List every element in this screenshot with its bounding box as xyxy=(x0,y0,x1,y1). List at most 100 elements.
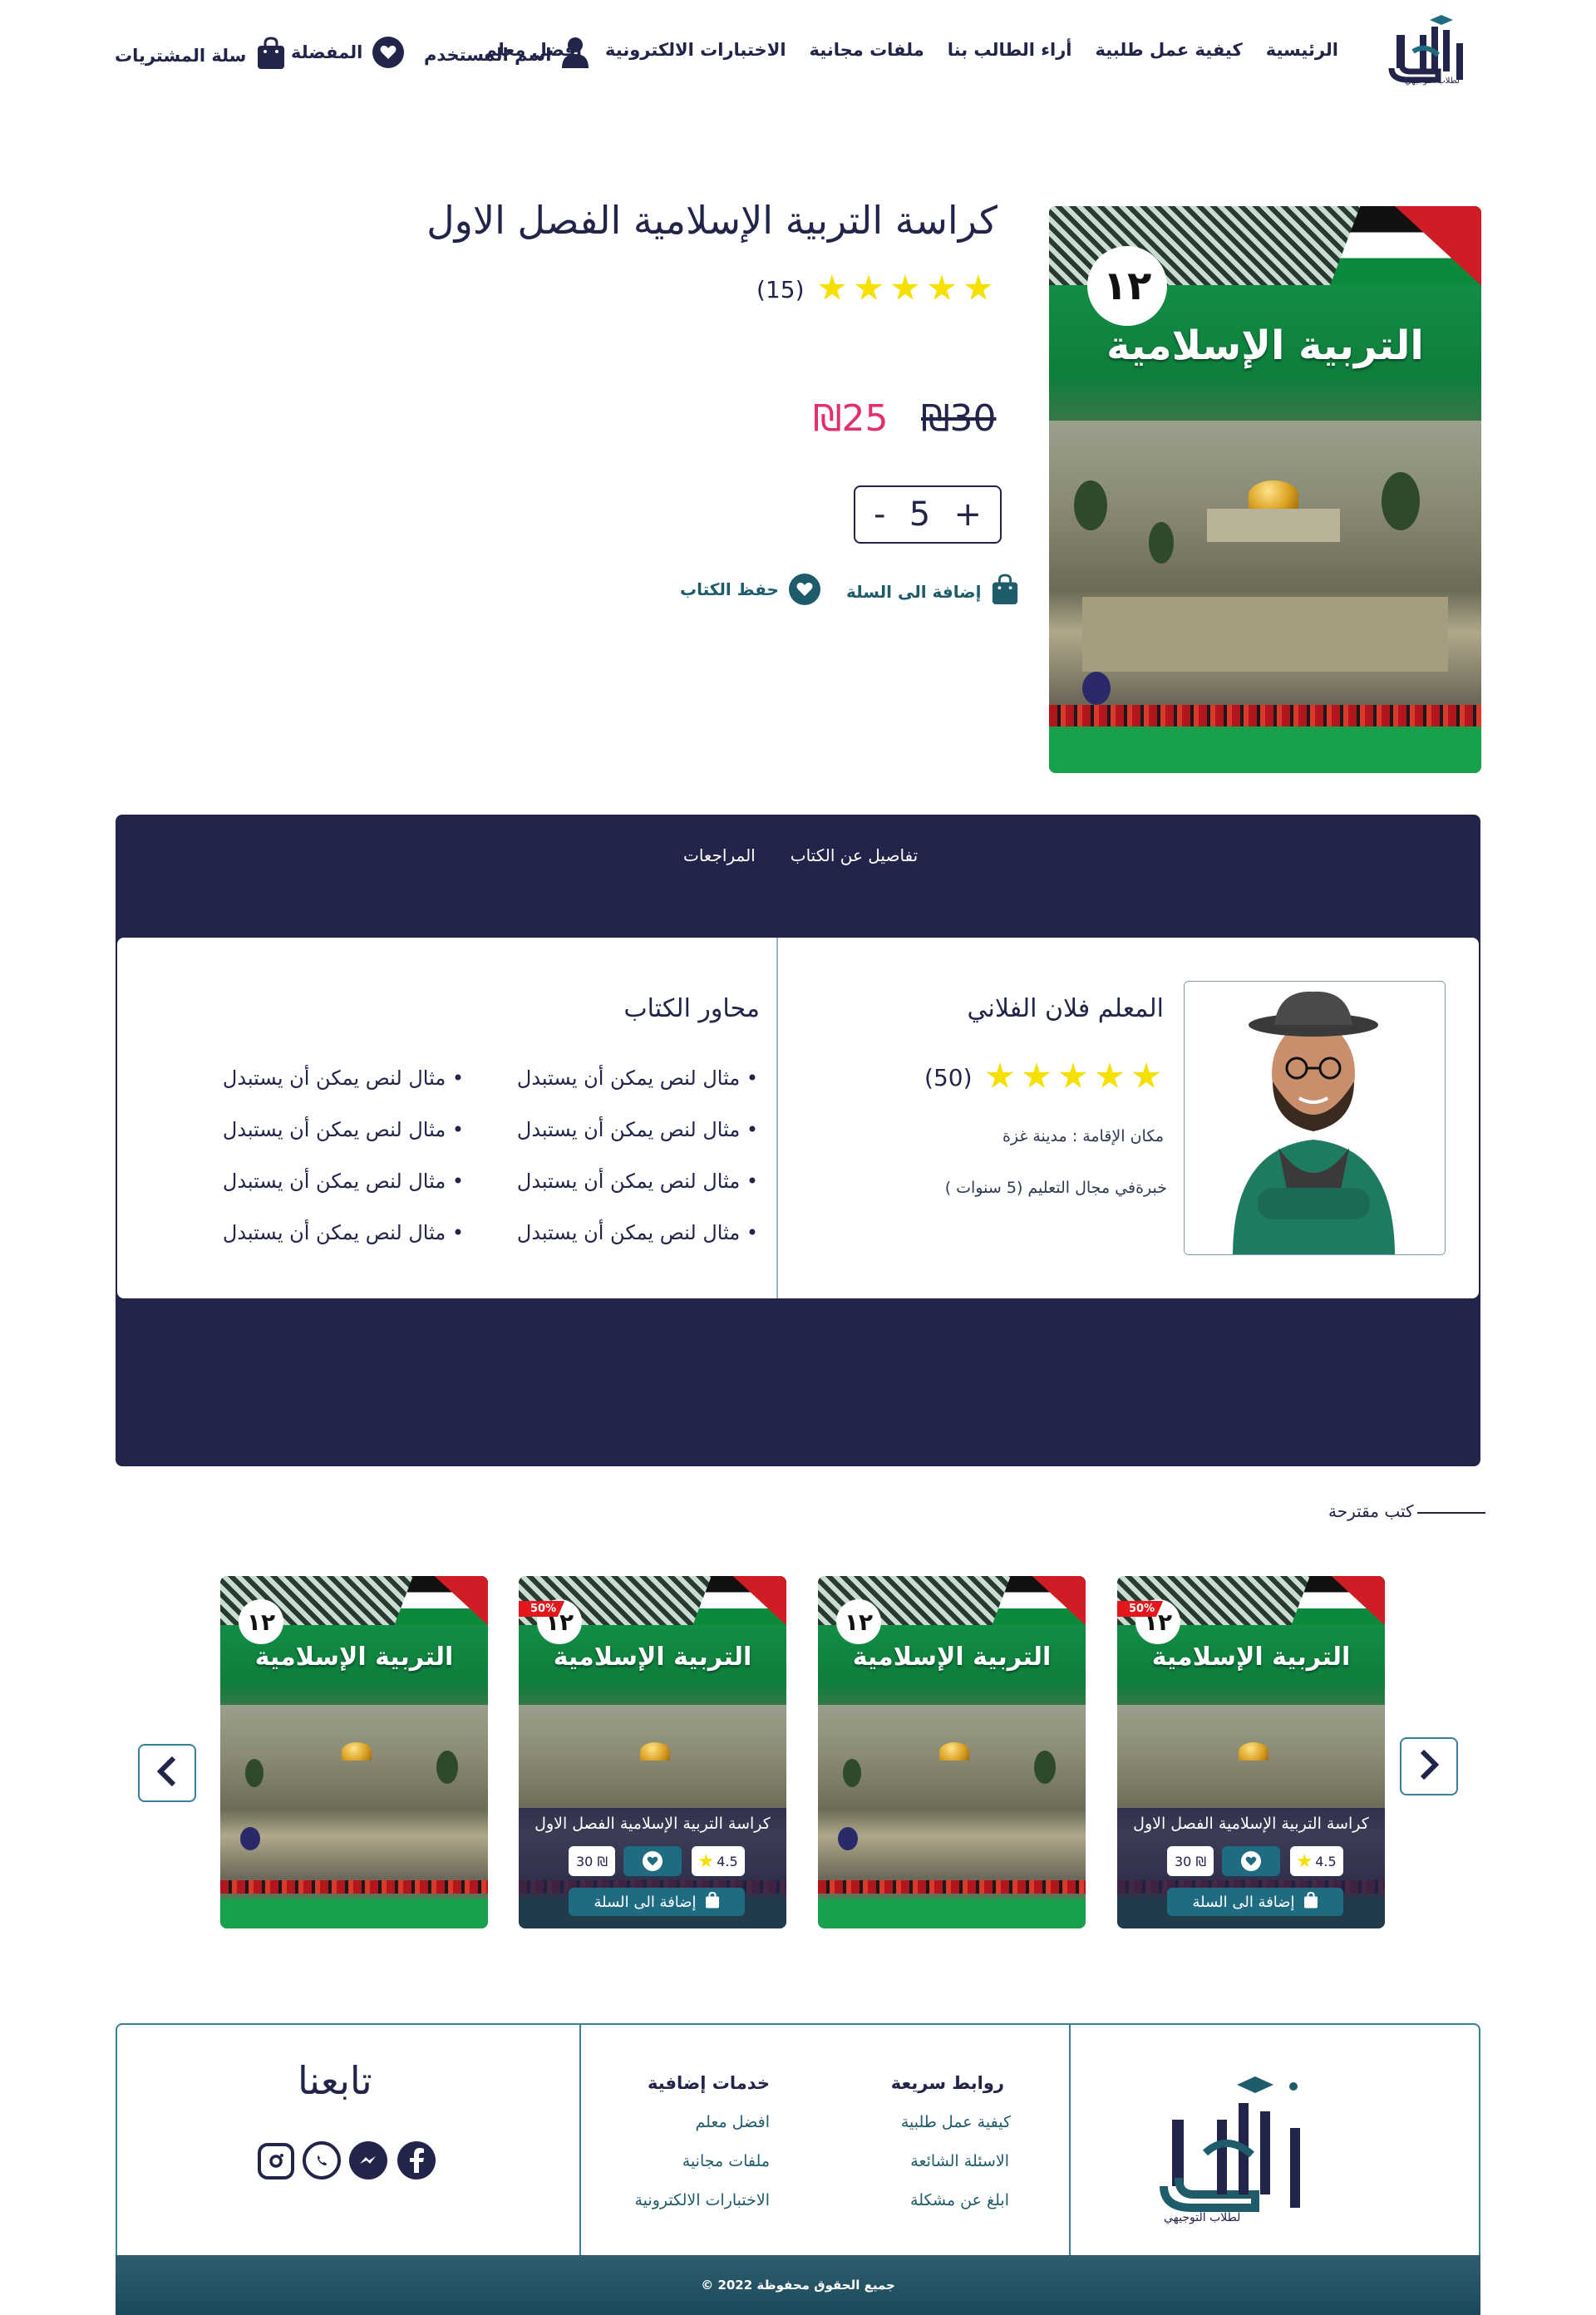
list-item: • مثال لنص يمكن أن يستبدل xyxy=(222,1118,464,1141)
teacher-residence: مكان الإقامة : مدينة غزة xyxy=(1002,1127,1164,1145)
star-icon xyxy=(1297,1854,1312,1868)
book-card-overlay: كراسة التربية الإسلامية الفصل الاول 4.5 … xyxy=(519,1808,786,1928)
footer-link-report-problem[interactable]: ابلغ عن مشكلة xyxy=(910,2191,1009,2209)
list-item: • مثال لنص يمكن أن يستبدل xyxy=(516,1118,758,1141)
copyright-bar: جميع الحقوق محفوظة 2022 © xyxy=(116,2255,1480,2315)
book-card-title: كراسة التربية الإسلامية الفصل الاول xyxy=(1133,1815,1369,1833)
footer-link-online-tests[interactable]: الاختبارات الالكترونية xyxy=(635,2191,771,2209)
teacher-rating-count: (50) xyxy=(924,1064,973,1091)
book-card-price: 30 ₪ xyxy=(569,1846,615,1876)
heart-icon xyxy=(788,574,820,605)
tab-book-details[interactable]: تفاصيل عن الكتاب xyxy=(791,845,918,865)
instagram-icon[interactable] xyxy=(258,2143,294,2180)
copyright-text: جميع الحقوق محفوظة 2022 © xyxy=(701,2278,895,2293)
footer-link-faq[interactable]: الاسئلة الشائعة xyxy=(910,2152,1009,2170)
book-card-title: كراسة التربية الإسلامية الفصل الاول xyxy=(534,1815,771,1833)
user-name-label: اسم المستخدم xyxy=(424,44,552,65)
star-icon xyxy=(986,1062,1014,1088)
cover-grade-number: ١٢ xyxy=(239,1599,283,1644)
old-price: ₪30 xyxy=(921,397,997,440)
footer-link-free-files[interactable]: ملفات مجانية xyxy=(682,2152,770,2170)
nav-online-tests[interactable]: الاختبارات الالكترونية xyxy=(605,40,786,60)
cart-label: سلة المشتريات xyxy=(115,45,247,66)
nav-student-reviews[interactable]: أراء الطالب بنا xyxy=(948,40,1072,60)
rating-value: 4.5 xyxy=(1315,1853,1337,1869)
book-card-add-to-cart-button[interactable]: إضافة الى السلة xyxy=(569,1888,745,1916)
teacher-name: المعلم فلان الفلاني xyxy=(967,994,1164,1023)
topics-list-right: • مثال لنص يمكن أن يستبدل • مثال لنص يمك… xyxy=(517,1052,758,1258)
footer-link-best-teacher[interactable]: افضل معلم xyxy=(695,2113,770,2131)
list-item: • مثال لنص يمكن أن يستبدل xyxy=(516,1170,758,1193)
cover-grade-number: ١٢ xyxy=(1087,246,1167,326)
topics-list-left: • مثال لنص يمكن أن يستبدل • مثال لنص يمك… xyxy=(223,1052,464,1258)
star-icon xyxy=(698,1854,713,1868)
suggested-book-card[interactable]: ١٢ التربية الإسلامية 50% كراسة التربية ا… xyxy=(1117,1576,1385,1928)
nav-home[interactable]: الرئيسية xyxy=(1266,40,1338,60)
qty-decrease-button[interactable]: - xyxy=(874,495,885,534)
save-book-label: حفظ الكتاب xyxy=(680,579,779,599)
logo-subtitle: لطلاب التوجيهي xyxy=(1405,76,1460,86)
book-card-rating: 4.5 xyxy=(1290,1846,1343,1876)
details-tabs: تفاصيل عن الكتاب المراجعات xyxy=(683,845,918,865)
tab-reviews[interactable]: المراجعات xyxy=(683,845,756,865)
discount-badge: 50% xyxy=(1117,1601,1164,1617)
footer-link-how-to-order[interactable]: كيفية عمل طلبية xyxy=(901,2113,1011,2131)
shopping-bag-icon xyxy=(1303,1891,1318,1913)
save-book-button[interactable]: حفظ الكتاب xyxy=(680,574,820,605)
footer-divider xyxy=(579,2025,581,2256)
heart-icon xyxy=(1241,1851,1261,1871)
nav-free-files[interactable]: ملفات مجانية xyxy=(810,40,924,60)
carousel-prev-button[interactable] xyxy=(138,1744,196,1802)
suggested-book-card[interactable]: ١٢ التربية الإسلامية 50% كراسة التربية ا… xyxy=(519,1576,786,1928)
favorites-link[interactable]: المفضلة xyxy=(291,37,405,68)
chevron-left-icon xyxy=(155,1755,179,1791)
shopping-bag-icon xyxy=(991,574,1019,609)
list-item: • مثال لنص يمكن أن يستبدل xyxy=(516,1066,758,1090)
nav-how-to-order[interactable]: كيفية عمل طلبية xyxy=(1095,40,1242,60)
teacher-photo xyxy=(1184,981,1446,1255)
shopping-bag-icon xyxy=(705,1891,720,1913)
teacher-rating-stars xyxy=(986,1062,1160,1091)
user-icon xyxy=(561,37,589,72)
star-icon xyxy=(964,274,993,300)
star-icon xyxy=(1022,1062,1051,1088)
star-icon xyxy=(855,274,883,300)
user-menu[interactable]: اسم المستخدم xyxy=(424,37,589,72)
quantity-stepper: - 5 + xyxy=(854,485,1002,544)
heart-icon xyxy=(372,37,405,68)
cover-title: التربية الإسلامية xyxy=(1151,1643,1351,1672)
book-card-favorite-button[interactable] xyxy=(623,1846,682,1876)
cover-title: التربية الإسلامية xyxy=(852,1643,1052,1672)
cover-grade-number: ١٢ xyxy=(836,1599,881,1644)
site-logo[interactable]: لطلاب التوجيهي xyxy=(1380,10,1480,90)
new-price: ₪25 xyxy=(813,397,889,440)
product-rating-stars xyxy=(818,274,993,303)
cover-title: التربية الإسلامية xyxy=(553,1643,752,1672)
section-divider-line xyxy=(1417,1512,1485,1514)
suggested-books-label: كتب مقترحة xyxy=(1328,1501,1414,1521)
facebook-icon[interactable] xyxy=(397,2141,436,2180)
cart-link[interactable]: سلة المشتريات xyxy=(115,37,286,74)
footer-logo[interactable]: لطلاب التوجيهي xyxy=(1147,2061,1338,2228)
book-card-favorite-button[interactable] xyxy=(1222,1846,1280,1876)
carousel-next-button[interactable] xyxy=(1400,1737,1458,1795)
add-to-cart-button[interactable]: إضافة الى السلة xyxy=(846,574,1019,609)
star-icon xyxy=(1059,1062,1087,1088)
book-card-add-to-cart-button[interactable]: إضافة الى السلة xyxy=(1167,1888,1343,1916)
book-card-price: 30 ₪ xyxy=(1167,1846,1214,1876)
footer-divider xyxy=(1069,2025,1071,2256)
messenger-icon[interactable] xyxy=(349,2141,387,2180)
book-topics-heading: محاور الكتاب xyxy=(623,994,760,1023)
suggested-book-card[interactable]: ١٢ التربية الإسلامية xyxy=(818,1576,1086,1928)
book-cover-image: ١٢ التربية الإسلامية xyxy=(1049,206,1481,773)
whatsapp-icon[interactable] xyxy=(303,2141,341,2180)
rating-value: 4.5 xyxy=(717,1853,738,1869)
star-icon xyxy=(928,274,956,300)
suggested-book-card[interactable]: ١٢ التربية الإسلامية xyxy=(220,1576,488,1928)
quick-links-heading: روابط سريعة xyxy=(890,2073,1004,2093)
teacher-experience: خبرةفي مجال التعليم (5 سنوات ) xyxy=(944,1179,1167,1197)
add-to-cart-label: إضافة الى السلة xyxy=(594,1893,697,1911)
qty-increase-button[interactable]: + xyxy=(953,495,982,534)
star-icon xyxy=(818,274,846,300)
qty-value: 5 xyxy=(909,495,931,534)
